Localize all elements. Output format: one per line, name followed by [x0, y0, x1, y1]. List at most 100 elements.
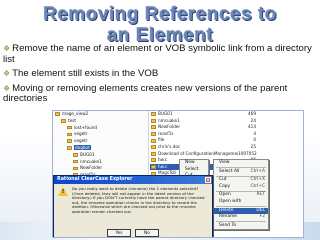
- tree-item-label: BUG01: [80, 151, 95, 157]
- file-size: 0: [253, 137, 256, 143]
- dialog-buttons: Yes No: [54, 229, 212, 237]
- file-size: 24: [250, 117, 256, 123]
- menu-item-shortcut: Ctrl+X: [250, 177, 266, 183]
- close-icon[interactable]: x: [205, 177, 211, 183]
- tree-item-label: dogbot: [74, 144, 91, 150]
- dialog-message: Do you really want to delete (rmname) th…: [72, 186, 205, 214]
- menu-item-open-with[interactable]: Open with: [214, 199, 268, 206]
- menu-item-label: Select All: [219, 168, 240, 174]
- file-name: nmcuake1: [158, 117, 180, 123]
- file-icon: [151, 125, 156, 130]
- folder-icon: [73, 153, 78, 157]
- bullet-item: ❖ The element still exists in the VOB: [3, 68, 159, 79]
- file-icon: [151, 151, 156, 156]
- bullet-item: ❖ Remove the name of an element or VOB sy…: [3, 43, 312, 65]
- bullet-mark-icon: ❖: [3, 69, 11, 78]
- file-name: file: [158, 137, 165, 143]
- tree-item-label: test: [68, 117, 77, 123]
- slide-title: Removing References to an Element: [0, 0, 320, 46]
- tree-item[interactable]: nmcuake1: [53, 159, 148, 166]
- menu-item-label: Cut: [219, 177, 227, 183]
- folder-icon: [73, 159, 78, 164]
- file-size: 4: [253, 130, 256, 136]
- file-name: BUG01: [158, 111, 173, 116]
- menu-item-rename[interactable]: Rename F2: [214, 214, 268, 221]
- tree-item-label: NewFolder: [80, 165, 103, 171]
- file-size: 25: [250, 143, 256, 149]
- folder-icon: [67, 146, 72, 150]
- yes-button[interactable]: Yes: [107, 229, 131, 237]
- menu-item-label: Copy: [219, 183, 231, 189]
- menu-item-shortcut: Ctrl+C: [250, 183, 265, 189]
- file-size: 469: [248, 111, 256, 116]
- folder-icon: [55, 112, 60, 116]
- file-icon: [151, 138, 156, 143]
- menu-item-shortcut: F2: [259, 214, 265, 220]
- bullet-mark-icon: ❖: [3, 83, 11, 93]
- file-icon: [151, 112, 156, 117]
- file-row[interactable]: NewFolder 414: [150, 124, 258, 131]
- tree-item[interactable]: test: [53, 118, 148, 125]
- menu-item-label: Send To: [219, 222, 237, 228]
- tree-item[interactable]: NewFolder: [53, 165, 148, 172]
- file-size: 414: [248, 124, 256, 130]
- folder-icon: [67, 132, 72, 137]
- file-name: chris's.doc: [158, 143, 181, 149]
- menu-item-select-all[interactable]: Select All Ctrl+A: [214, 169, 268, 176]
- menu-item-shortcut: [261, 223, 265, 230]
- tree-item-label: mage_view2: [62, 111, 89, 116]
- dialog-body: ! Do you really want to delete (rmname) …: [54, 184, 212, 218]
- tree-item[interactable]: mage_view2: [53, 111, 148, 118]
- file-icon: [151, 158, 156, 163]
- menu-item-shortcut: RET: [256, 192, 265, 198]
- tree-item[interactable]: BUG01: [53, 152, 148, 159]
- warning-icon: !: [58, 187, 68, 196]
- menu-item-view[interactable]: View: [214, 160, 268, 167]
- menu-item-cut[interactable]: Cut Ctrl+X: [214, 177, 268, 184]
- file-row[interactable]: file 0: [150, 137, 258, 144]
- submenu-item-new[interactable]: New: [180, 160, 208, 167]
- slide-title-line1: Removing References to: [43, 4, 277, 25]
- folder-icon: [67, 139, 72, 143]
- tree-item[interactable]: vegetr: [53, 131, 148, 138]
- tree-item-label: vegetr: [74, 138, 88, 144]
- menu-item-open[interactable]: Open RET: [214, 192, 268, 199]
- menu-item-label: Open: [219, 192, 231, 198]
- submenu-item-label: New: [185, 160, 195, 165]
- file-row[interactable]: reavf1s 4: [150, 131, 258, 138]
- file-row[interactable]: BUG01 469: [150, 111, 258, 118]
- file-icon: [151, 145, 156, 150]
- file-name: NewFolder: [158, 124, 181, 130]
- bullet-item: ❖ Moving or removing elements creates new…: [3, 82, 288, 104]
- menu-item-label: Rename: [219, 214, 238, 220]
- tree-item-label: vegetr: [74, 131, 88, 137]
- folder-icon: [73, 166, 78, 171]
- menu-item-copy[interactable]: Copy Ctrl+C: [214, 184, 268, 191]
- file-size: 1097052: [238, 150, 257, 156]
- menu-item-shortcut: [261, 160, 265, 167]
- file-name: Download of ConfigurationManagement.ppt: [158, 150, 238, 156]
- folder-icon: [61, 119, 66, 123]
- file-row[interactable]: chris's.doc 25: [150, 144, 258, 151]
- menu-item-shortcut: [261, 199, 265, 206]
- menu-item-shortcut: Ctrl+A: [250, 168, 266, 174]
- file-row[interactable]: Download of ConfigurationManagement.ppt1…: [150, 151, 258, 158]
- menu-item-label: Open with: [219, 198, 242, 204]
- tree-item[interactable]: dogbot: [53, 144, 148, 152]
- folder-icon: [67, 125, 72, 130]
- tree-item[interactable]: lost+found: [53, 125, 148, 132]
- context-menu: View Select All Ctrl+A Cut Ctrl+X Copy Ctrl+C O…: [213, 159, 269, 231]
- no-button[interactable]: No: [135, 229, 159, 237]
- tree-item[interactable]: vegetr: [53, 138, 148, 145]
- file-name: reavf1s: [158, 130, 174, 136]
- bullet-mark-icon: ❖: [3, 44, 11, 53]
- file-row[interactable]: nmcuake1 24: [150, 118, 258, 125]
- menu-item-send-to[interactable]: Send To: [214, 223, 268, 230]
- confirm-dialog: Rational ClearCase Explorer x ! Do you r…: [53, 175, 213, 237]
- tree-item-label: lost+found: [74, 124, 98, 130]
- file-icon: [151, 132, 156, 137]
- tree-item-label: nmcuake1: [80, 158, 102, 164]
- file-icon: [151, 165, 156, 170]
- file-icon: [151, 118, 156, 123]
- bullet-list: ❖ Remove the name of an element or VOB sy…: [3, 43, 319, 109]
